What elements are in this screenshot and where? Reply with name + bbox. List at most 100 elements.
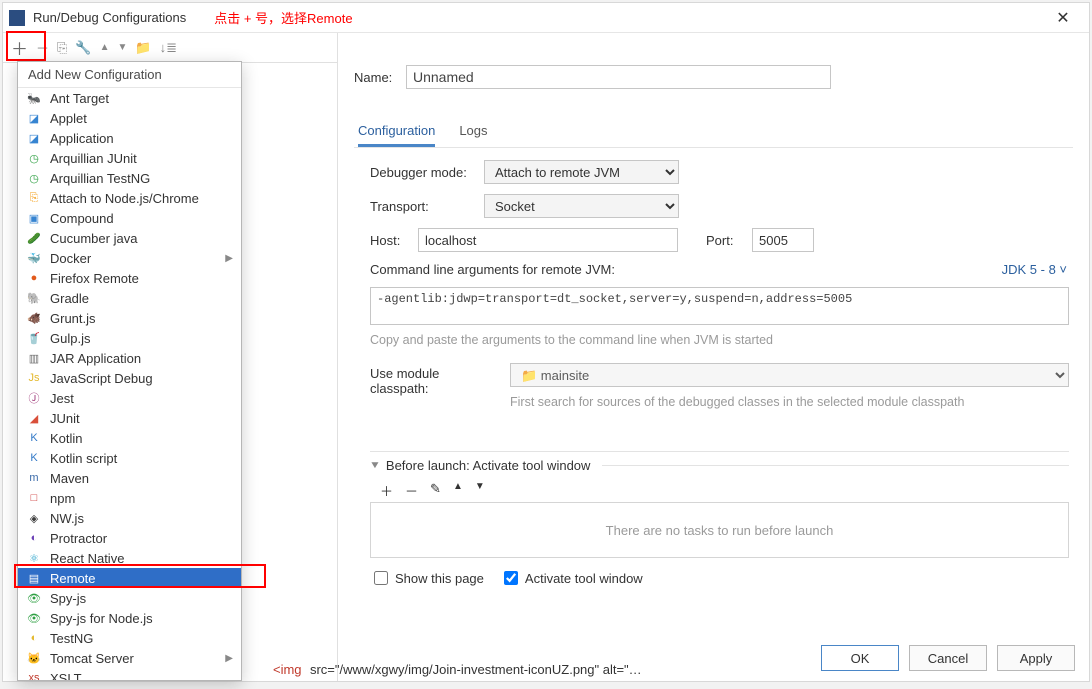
config-type-list[interactable]: 🐜Ant Target◪Applet◪Application◷Arquillia…	[18, 88, 241, 680]
config-type-icon: Js	[26, 371, 42, 385]
copy-config-button[interactable]: ⎘	[57, 40, 67, 56]
config-type-icon: 🥒	[26, 231, 42, 245]
config-type-icon: 🐳	[26, 251, 42, 265]
config-type-ant-target[interactable]: 🐜Ant Target	[18, 88, 241, 108]
config-type-icon: 🥤	[26, 331, 42, 345]
cmd-args-text[interactable]: -agentlib:jdwp=transport=dt_socket,serve…	[370, 287, 1069, 325]
task-remove-button[interactable]: －	[405, 481, 418, 500]
config-type-tomcat-server[interactable]: 🐱 Tomcat Server ▶	[18, 648, 241, 668]
config-type-icon: ▤	[26, 571, 42, 585]
config-type-icon: 🐱	[26, 651, 42, 665]
submenu-arrow-icon: ▶	[225, 653, 233, 664]
config-type-grunt-js[interactable]: 🐗Grunt.js	[18, 308, 241, 328]
config-type-protractor[interactable]: ◐Protractor	[18, 528, 241, 548]
ok-button[interactable]: OK	[821, 645, 899, 671]
task-up-button[interactable]: ▲	[453, 481, 463, 500]
config-type-label: Docker	[50, 251, 91, 266]
config-type-icon: Ⓙ	[26, 391, 42, 405]
config-type-icon: ◢	[26, 411, 42, 425]
port-input[interactable]	[752, 228, 814, 252]
config-type-firefox-remote[interactable]: ●Firefox Remote	[18, 268, 241, 288]
config-type-compound[interactable]: ▣Compound	[18, 208, 241, 228]
config-type-kotlin[interactable]: KKotlin	[18, 428, 241, 448]
config-type-label: Spy-js	[50, 591, 86, 606]
module-classpath-select[interactable]: 📁 mainsite	[510, 363, 1069, 387]
config-type-label: TestNG	[50, 631, 93, 646]
config-type-testng[interactable]: ◐ TestNG	[18, 628, 241, 648]
config-type-remote[interactable]: ▤ Remote	[18, 568, 241, 588]
config-type-attach-to-node-js-chrome[interactable]: ⎘Attach to Node.js/Chrome	[18, 188, 241, 208]
config-type-label: Arquillian TestNG	[50, 171, 150, 186]
config-type-label: Kotlin	[50, 431, 83, 446]
config-type-application[interactable]: ◪Application	[18, 128, 241, 148]
config-type-label: JUnit	[50, 411, 80, 426]
config-type-icon: ◐	[26, 631, 42, 645]
config-type-junit[interactable]: ◢ JUnit	[18, 408, 241, 428]
close-icon[interactable]: ✕	[1043, 4, 1083, 32]
config-type-label: Kotlin script	[50, 451, 117, 466]
config-type-spy-js-for-node-js[interactable]: 👁Spy-js for Node.js	[18, 608, 241, 628]
config-type-xslt[interactable]: xsXSLT	[18, 668, 241, 680]
config-type-jar-application[interactable]: ▥JAR Application	[18, 348, 241, 368]
config-type-arquillian-testng[interactable]: ◷Arquillian TestNG	[18, 168, 241, 188]
config-name-input[interactable]	[406, 65, 831, 89]
add-config-button[interactable]: ＋	[11, 35, 28, 60]
config-type-label: Gulp.js	[50, 331, 90, 346]
config-type-react-native[interactable]: ⚛React Native	[18, 548, 241, 568]
config-type-label: Tomcat Server	[50, 651, 134, 666]
config-type-jest[interactable]: ⒿJest	[18, 388, 241, 408]
task-add-button[interactable]: ＋	[380, 481, 393, 500]
config-type-gradle[interactable]: 🐘Gradle	[18, 288, 241, 308]
config-type-label: Applet	[50, 111, 87, 126]
annotation-text: 点击 + 号，选择Remote	[214, 8, 352, 27]
cancel-button[interactable]: Cancel	[909, 645, 987, 671]
config-type-label: JavaScript Debug	[50, 371, 153, 386]
transport-select[interactable]: Socket	[484, 194, 679, 218]
config-type-arquillian-junit[interactable]: ◷Arquillian JUnit	[18, 148, 241, 168]
config-type-spy-js[interactable]: 👁Spy-js	[18, 588, 241, 608]
config-type-javascript-debug[interactable]: Js JavaScript Debug	[18, 368, 241, 388]
cmd-hint: Copy and paste the arguments to the comm…	[370, 333, 1069, 347]
config-type-label: Compound	[50, 211, 114, 226]
share-checkbox[interactable]: Share	[973, 67, 1017, 87]
config-type-icon: □	[26, 491, 42, 505]
apply-button[interactable]: Apply	[997, 645, 1075, 671]
config-type-label: Application	[50, 131, 114, 146]
move-up-button[interactable]: ▲	[100, 42, 110, 53]
config-type-kotlin-script[interactable]: KKotlin script	[18, 448, 241, 468]
config-type-label: Spy-js for Node.js	[50, 611, 153, 626]
tab-logs[interactable]: Logs	[459, 117, 487, 147]
host-input[interactable]	[418, 228, 678, 252]
config-type-icon: ◐	[26, 531, 42, 545]
remove-config-button[interactable]: －	[36, 38, 49, 57]
config-type-nw-js[interactable]: ◈NW.js	[18, 508, 241, 528]
debugger-mode-select[interactable]: Attach to remote JVM	[484, 160, 679, 184]
sort-button[interactable]: ↓≣	[160, 40, 177, 56]
edit-templates-button[interactable]: 🔧	[75, 40, 91, 56]
config-type-label: Maven	[50, 471, 89, 486]
move-down-button[interactable]: ▼	[118, 42, 128, 53]
before-launch-header[interactable]: ▼ Before launch: Activate tool window	[370, 458, 1069, 473]
name-label: Name:	[354, 70, 398, 85]
config-type-npm[interactable]: □npm	[18, 488, 241, 508]
config-type-cucumber-java[interactable]: 🥒Cucumber java	[18, 228, 241, 248]
config-toolbar: ＋ － ⎘ 🔧 ▲ ▼ 📁 ↓≣	[3, 33, 337, 63]
module-hint: First search for sources of the debugged…	[510, 393, 1069, 411]
activate-tool-checkbox[interactable]: Activate tool window	[500, 568, 643, 588]
left-panel: ＋ － ⎘ 🔧 ▲ ▼ 📁 ↓≣ Add New Configuration 🐜…	[3, 33, 338, 681]
port-label: Port:	[706, 233, 746, 248]
parallel-checkbox[interactable]: Allow running in parallel	[1029, 47, 1073, 107]
tab-configuration[interactable]: Configuration	[358, 117, 435, 147]
config-type-label: Remote	[50, 571, 96, 586]
config-type-maven[interactable]: mMaven	[18, 468, 241, 488]
task-down-button[interactable]: ▼	[475, 481, 485, 500]
show-this-page-checkbox[interactable]: Show this page	[370, 568, 484, 588]
config-type-label: Firefox Remote	[50, 271, 139, 286]
task-edit-button[interactable]: ✎	[430, 481, 441, 500]
config-type-gulp-js[interactable]: 🥤 Gulp.js	[18, 328, 241, 348]
jdk-version-dropdown[interactable]: JDK 5 - 8 ˅	[1002, 262, 1067, 277]
config-type-label: JAR Application	[50, 351, 141, 366]
config-type-applet[interactable]: ◪Applet	[18, 108, 241, 128]
config-type-docker[interactable]: 🐳Docker▶	[18, 248, 241, 268]
folder-button[interactable]: 📁	[135, 40, 151, 56]
